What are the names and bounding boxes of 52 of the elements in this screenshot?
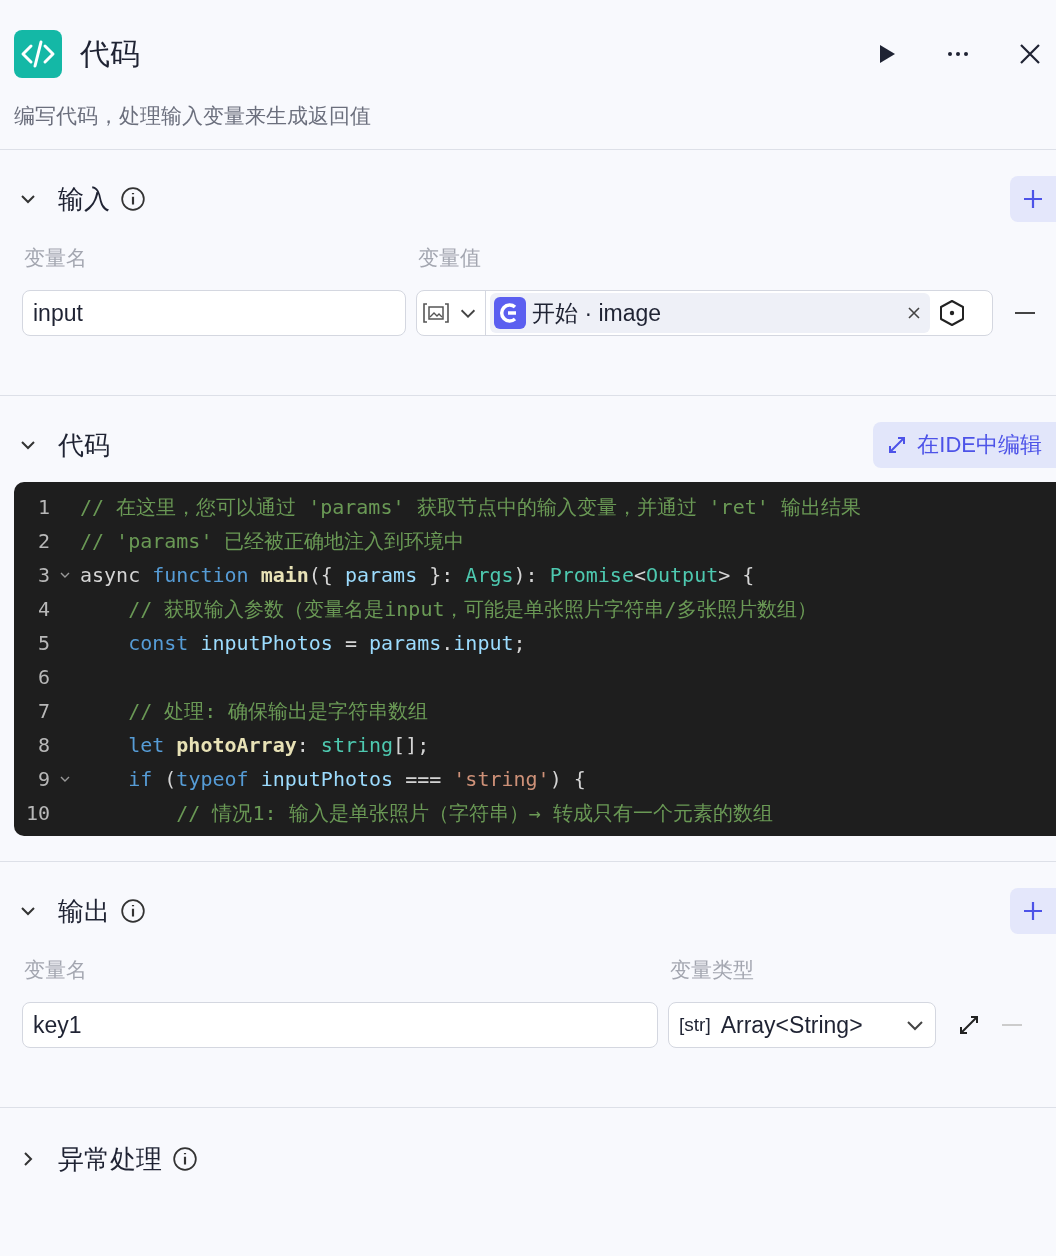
remove-icon[interactable] xyxy=(1015,311,1035,315)
image-icon xyxy=(423,302,449,324)
column-label: 变量类型 xyxy=(670,957,754,983)
line-number: 9 xyxy=(36,767,50,791)
code-line: // 情况1: 输入是单张照片（字符串）→ 转成只有一个元素的数组 xyxy=(175,799,773,827)
start-node-icon xyxy=(494,297,526,329)
panel-description: 编写代码，处理输入变量来生成返回值 xyxy=(14,103,372,129)
panel-title: 代码 xyxy=(80,35,140,72)
close-icon[interactable] xyxy=(1018,42,1042,66)
variable-reference-chip[interactable]: 开始 · image xyxy=(490,293,930,333)
section-title: 输出 xyxy=(58,894,110,928)
code-logo-icon xyxy=(14,30,62,78)
code-line: // 在这里，您可以通过 'params' 获取节点中的输入变量，并通过 'ret' 输出结果 xyxy=(80,493,861,521)
line-number: 3 xyxy=(36,563,50,587)
code-line: if (typeof inputPhotos === 'string') { xyxy=(127,767,586,791)
code-line: // 处理: 确保输出是字符串数组 xyxy=(127,697,429,725)
clear-icon[interactable] xyxy=(908,307,920,319)
line-number: 7 xyxy=(36,699,50,723)
code-editor[interactable] xyxy=(14,482,1056,836)
line-number: 4 xyxy=(36,597,50,621)
plus-icon xyxy=(1021,899,1045,923)
edit-in-ide-button[interactable]: 在IDE中编辑 xyxy=(873,422,1056,468)
code-line: const inputPhotos = params.input; xyxy=(127,631,526,655)
section-title: 代码 xyxy=(58,428,110,462)
variable-name-field[interactable]: key1 xyxy=(22,1002,658,1048)
add-button[interactable] xyxy=(1010,176,1056,222)
expand-icon xyxy=(887,435,908,455)
column-label: 变量名 xyxy=(23,245,88,271)
line-number: 10 xyxy=(24,801,50,825)
plus-icon xyxy=(1021,187,1045,211)
code-line: let photoArray: string[]; xyxy=(127,733,430,757)
info-icon[interactable] xyxy=(120,186,146,212)
line-number: 6 xyxy=(36,665,50,689)
type-dropdown[interactable]: [str] Array<String> xyxy=(668,1002,936,1048)
code-line: async function main({ params }: Args): Promise<Output> { xyxy=(80,563,755,587)
line-number: 2 xyxy=(36,529,50,553)
line-number: 5 xyxy=(36,631,50,655)
section-title: 输入 xyxy=(58,182,110,216)
expand-icon[interactable] xyxy=(958,1014,980,1036)
section-title: 异常处理 xyxy=(58,1142,162,1176)
column-label: 变量名 xyxy=(23,957,88,983)
line-number: 8 xyxy=(36,733,50,757)
reference-text: 开始 · image xyxy=(532,298,662,328)
add-button[interactable] xyxy=(1010,888,1056,934)
code-line: // 'params' 已经被正确地注入到环境中 xyxy=(80,527,465,555)
info-icon[interactable] xyxy=(172,1146,198,1172)
column-label: 变量值 xyxy=(418,245,481,271)
variable-picker-icon[interactable] xyxy=(938,299,966,327)
info-icon[interactable] xyxy=(120,898,146,924)
code-line: // 获取输入参数（变量名是input，可能是单张照片字符串/多张照片数组） xyxy=(127,595,817,623)
line-number: 1 xyxy=(36,495,50,519)
variable-name-field[interactable]: input xyxy=(22,290,406,336)
